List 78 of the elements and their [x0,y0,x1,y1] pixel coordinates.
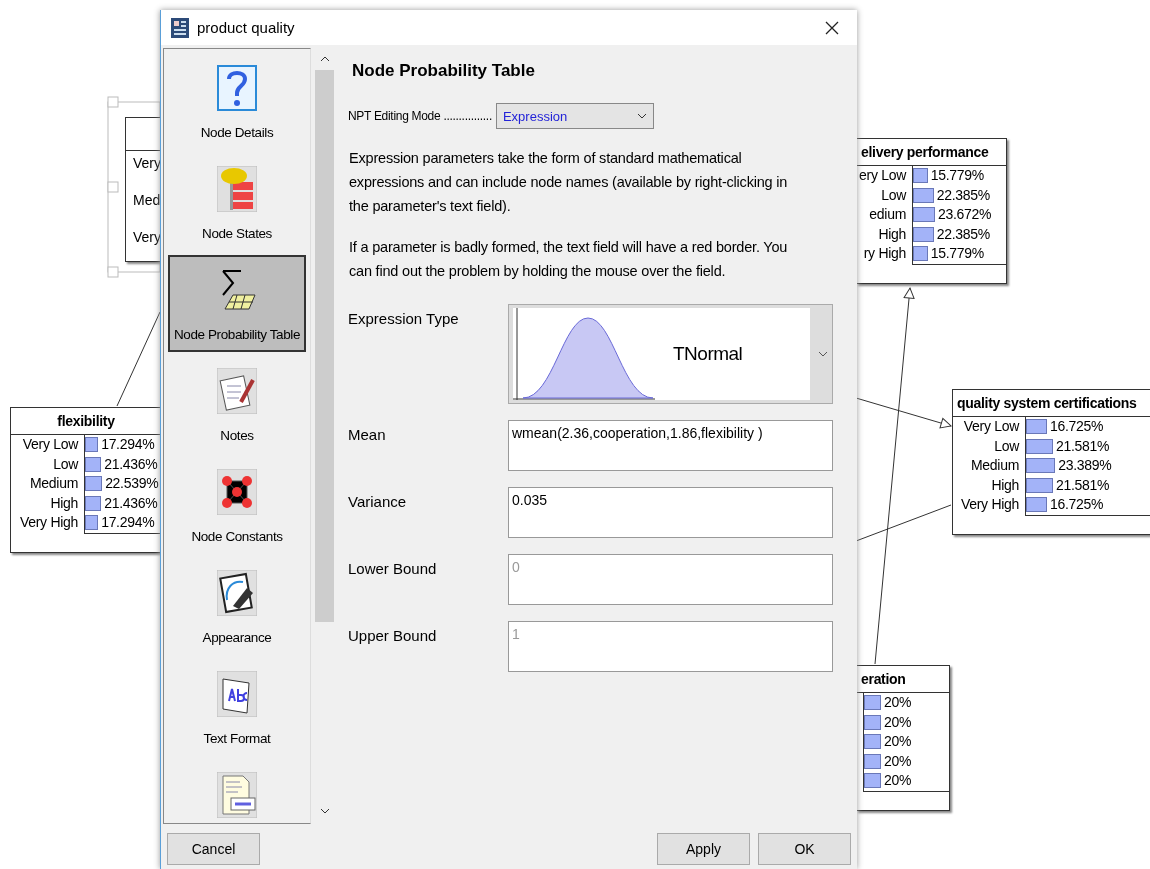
probability-value: 20% [884,752,912,770]
node-title: quality system certifications [953,390,1150,417]
field-label: Mean [348,425,387,445]
app-icon [171,17,189,38]
dialog-button[interactable]: OK [758,832,851,865]
panel-heading: Node Probability Table [352,61,536,81]
help-text: If a parameter is badly formed, the text field will have a red border. You can find out the problem by holding the mouse over the field. [349,238,789,281]
window-title: product quality [197,19,296,36]
state-label: ery Low [858,166,908,185]
notepad-icon [217,368,257,414]
state-label: Very [133,155,161,172]
probability-value: 17.294% [101,436,155,453]
chevron-down-icon [818,351,828,357]
mode-label: NPT Editing Mode ................ [348,109,492,123]
field-label: Lower Bound [348,559,438,579]
state-label: Very High [960,495,1020,514]
input-field[interactable]: wmean(2.36,cooperation,1.86,flexibility ) [508,420,833,471]
help-icon [217,65,257,111]
probability-value: 22.539% [105,475,159,492]
expression-type-dropdown[interactable]: TNormal [508,304,833,404]
probability-value: 20% [884,772,912,789]
state-label: Very Low [962,417,1021,436]
state-label: Very [133,229,161,246]
state-label: High [49,493,79,513]
probability-value: 21.436% [104,455,158,473]
field-label: Expression Type [348,309,460,329]
state-label: High [877,224,907,244]
probability-value: 17.294% [101,514,155,531]
scrollbar-thumb[interactable] [315,70,334,622]
sidebar-item[interactable]: Node Details [168,53,306,150]
sidebar-item[interactable]: Text Format [168,659,306,756]
sidebar-item[interactable]: Notes [168,356,306,453]
state-label: Medium [29,474,79,493]
input-field[interactable]: 0.035 [508,487,833,538]
state-label: High [990,475,1020,495]
state-label: Very Low [21,435,80,454]
mode-dropdown[interactable]: Expression [495,103,654,129]
probability-value: 15.779% [930,245,984,262]
probability-value: 21.436% [104,494,158,512]
probability-value: 23.672% [938,206,992,223]
state-label: Low [993,436,1021,456]
chevron-down-icon [636,113,647,119]
chevron-down-icon [319,808,330,814]
sidebar-item[interactable]: Node Probability Table [168,255,306,352]
probability-value: 20% [884,694,912,711]
probability-value: 16.725% [1049,418,1104,435]
field-label: Variance [348,492,408,512]
sidebar-item[interactable]: Appearance [168,558,306,655]
field-label: Upper Bound [348,626,438,646]
probability-value: 22.385% [936,186,990,204]
pen-icon [217,570,257,616]
state-label: edium [868,205,907,224]
cancel-button[interactable]: Cancel [167,832,260,865]
molecule-icon [217,469,257,515]
probability-value: 20% [884,733,912,750]
sidebar-item[interactable]: Node Constants [168,457,306,554]
state-label: Low [52,454,80,474]
probability-value: 23.389% [1058,457,1112,474]
probability-value: 21.581% [1055,476,1110,494]
probability-value: 21.581% [1055,437,1110,455]
probability-value: 20% [884,713,912,731]
sidebar-item[interactable]: Node States [168,154,306,251]
state-label: Low [880,185,908,205]
expression-type-value: TNormal [673,343,743,365]
dialog-button[interactable]: Apply [657,832,750,865]
close-icon [825,20,839,35]
text-card-icon [217,671,257,717]
state-label: Med [133,192,161,209]
state-label: Medium [970,456,1020,475]
probability-value: 15.779% [930,167,984,184]
document-icon [217,772,257,818]
help-text: Expression parameters take the form of standard mathematical expressions and can include node names (available by right-clicking in the parameter's text field). [349,149,789,216]
pin-list-icon [217,166,257,212]
probability-value: 22.385% [936,225,990,243]
state-label: Very High [19,513,79,532]
chevron-up-icon [319,56,330,62]
state-label: ry High [862,244,907,263]
probability-value: 16.725% [1049,496,1104,513]
